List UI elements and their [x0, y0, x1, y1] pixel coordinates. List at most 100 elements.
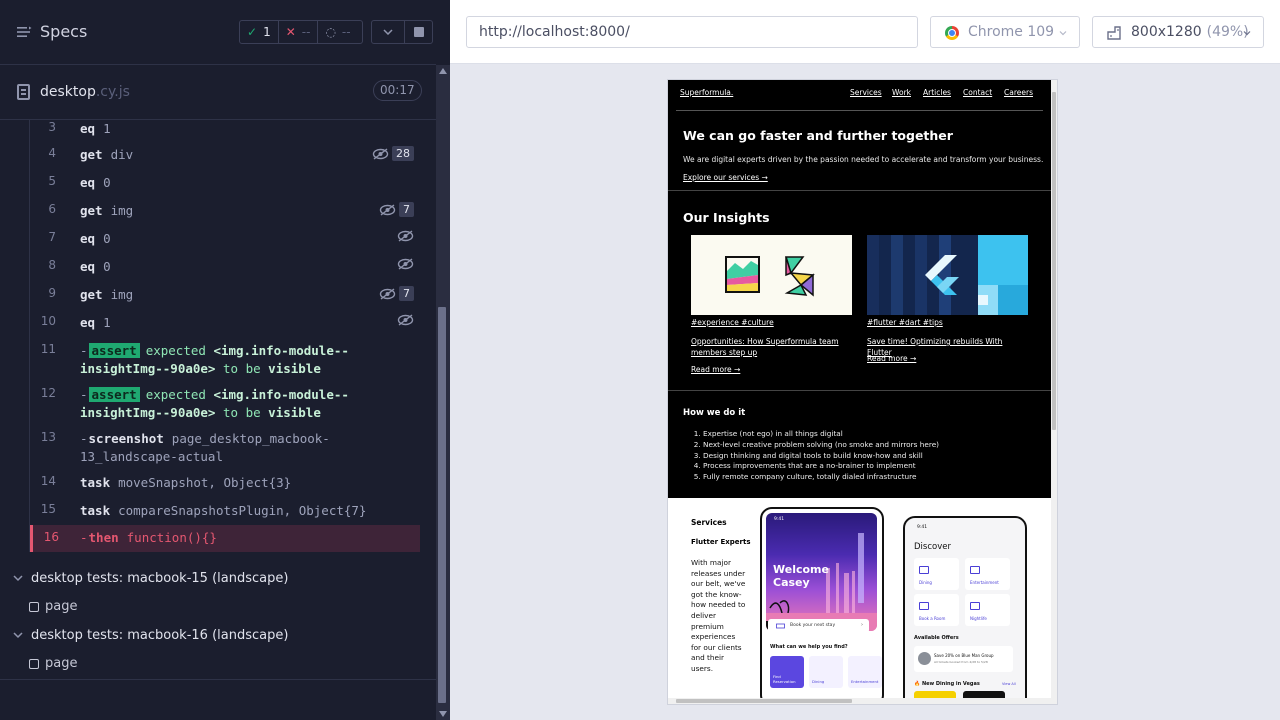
- screenshot-command-row[interactable]: 13 -screenshot page_desktop_macbook- 13_l…: [30, 430, 420, 466]
- phone-mockup-welcome: 9:41 Welcome Casey Book your next stay ›…: [760, 507, 884, 698]
- command-row[interactable]: 8 eq 0: [30, 258, 420, 276]
- command-row[interactable]: 15 task compareSnapshotsPlugin, Object{7}: [30, 502, 420, 520]
- chevron-down-icon: [13, 575, 23, 582]
- chevron-down-icon: [1243, 31, 1251, 36]
- read-more-link[interactable]: Read more →: [867, 354, 916, 363]
- list-item: Process improvements that are a no-brain…: [703, 461, 939, 472]
- failed-command-row[interactable]: 16 -then function(){}: [30, 525, 420, 552]
- command-name: get: [80, 203, 103, 218]
- scrollbar-thumb[interactable]: [676, 699, 852, 703]
- insights-title: Our Insights: [683, 210, 770, 225]
- element-visibility: [397, 314, 414, 326]
- command-row[interactable]: 4 get div 28: [30, 146, 420, 164]
- welcome-text: Welcome Casey: [773, 563, 829, 589]
- site-page: Superformula. Services Work Articles Con…: [668, 80, 1051, 698]
- nav-work-link[interactable]: Work: [892, 88, 911, 97]
- test-title: page: [45, 599, 78, 614]
- insight-tags-link[interactable]: #experience #culture: [691, 318, 774, 327]
- nav-articles-link[interactable]: Articles: [923, 88, 951, 97]
- nav-careers-link[interactable]: Careers: [1004, 88, 1033, 97]
- services-subtitle: Flutter Experts: [691, 538, 751, 546]
- pending-count: --: [341, 25, 351, 39]
- reporter-scrollbar[interactable]: [436, 65, 450, 720]
- assert-expected: expected: [145, 387, 206, 402]
- command-arg-line2: 13_landscape-actual: [80, 449, 223, 464]
- command-row[interactable]: 10 eq 1: [30, 314, 420, 332]
- site-logo-link[interactable]: Superformula.: [680, 88, 733, 97]
- explore-services-link[interactable]: Explore our services →: [683, 173, 768, 182]
- tile-entertainment: Entertainment: [848, 656, 882, 688]
- command-name: get: [80, 287, 103, 302]
- command-row[interactable]: 7 eq 0: [30, 230, 420, 248]
- welcome-line1: Welcome: [773, 563, 829, 576]
- command-number: 3: [48, 120, 56, 134]
- help-heading: What can we help you find?: [770, 644, 848, 650]
- how-title: How we do it: [683, 408, 746, 418]
- scroll-down-arrow-icon[interactable]: [439, 711, 447, 717]
- test-row[interactable]: page: [0, 599, 430, 617]
- stat-pending: ◌ --: [317, 21, 357, 43]
- offer-subtitle: All tickets booked from 4/28 to 5/28: [934, 660, 988, 664]
- assert-command-row[interactable]: 11 - assert expected <img.info-module-- in…: [30, 342, 420, 378]
- duration-badge: 00:17: [373, 80, 422, 101]
- command-number: 5: [48, 174, 56, 188]
- ruler-icon: [1107, 26, 1121, 40]
- tile-entertainment: Entertainment: [965, 558, 1010, 590]
- test-row[interactable]: page: [0, 656, 430, 674]
- browser-selector[interactable]: Chrome 109: [930, 16, 1080, 48]
- hero-subtitle: We are digital experts driven by the pas…: [683, 155, 1044, 164]
- iframe-horizontal-scrollbar[interactable]: [668, 698, 1057, 704]
- command-row[interactable]: 6 get img 7: [30, 202, 420, 220]
- assert-command-row[interactable]: 12 - assert expected <img.info-module-- in…: [30, 386, 420, 422]
- scrollbar-thumb[interactable]: [438, 307, 446, 703]
- command-row[interactable]: 5 eq 0: [30, 174, 420, 192]
- suite-row[interactable]: desktop tests: macbook-16 (landscape): [0, 628, 430, 646]
- spec-file-row[interactable]: desktop.cy.js 00:17: [0, 65, 436, 120]
- aut-iframe[interactable]: Superformula. Services Work Articles Con…: [668, 80, 1057, 704]
- command-name: get: [80, 147, 103, 162]
- insight-title-link[interactable]: Opportunities: How Superformula team mem…: [691, 336, 852, 358]
- scroll-up-arrow-icon[interactable]: [439, 68, 447, 74]
- command-arg: img: [110, 203, 134, 218]
- nav-services-link[interactable]: Services: [850, 88, 882, 97]
- collapse-all-button[interactable]: [371, 20, 405, 44]
- insight-image-flutter[interactable]: [867, 235, 1028, 315]
- document-icon: [17, 84, 30, 100]
- insight-tags-link[interactable]: #flutter #dart #tips: [867, 318, 943, 327]
- nav-contact-link[interactable]: Contact: [963, 88, 992, 97]
- eye-slash-icon: [379, 287, 396, 300]
- iframe-vertical-scrollbar[interactable]: [1051, 80, 1057, 698]
- test-title: page: [45, 656, 78, 671]
- specs-list-icon[interactable]: [17, 26, 32, 38]
- command-name: eq: [80, 175, 96, 190]
- assert-subject-line1: <img.info-module--: [213, 387, 349, 402]
- read-more-link[interactable]: Read more →: [691, 365, 740, 374]
- chevron-down-icon: [383, 29, 393, 35]
- command-name: task: [80, 503, 111, 518]
- stop-button[interactable]: [404, 20, 433, 44]
- divider: [0, 679, 436, 680]
- how-we-do-it-section: How we do it Expertise (not ego) in all …: [668, 391, 1051, 498]
- eye-slash-icon: [397, 258, 414, 270]
- command-row[interactable]: 9 get img 7: [30, 286, 420, 304]
- insight-image-experience[interactable]: [691, 235, 852, 315]
- element-count: 28: [372, 146, 414, 161]
- viewport-selector[interactable]: 800x1280 (49%): [1092, 16, 1264, 48]
- command-arg: div: [110, 147, 134, 162]
- check-icon: ✓: [247, 25, 258, 39]
- command-arg: function(){}: [126, 530, 217, 545]
- spec-file-name[interactable]: desktop.cy.js: [40, 84, 130, 100]
- suite-row[interactable]: desktop tests: macbook-15 (landscape): [0, 571, 430, 589]
- flutter-logo-illustration: [867, 235, 1028, 315]
- command-row[interactable]: 3 eq 1: [30, 120, 420, 136]
- command-name: then: [88, 530, 119, 545]
- x-icon: ✕: [285, 25, 296, 39]
- url-bar[interactable]: http://localhost:8000/: [466, 16, 918, 48]
- stat-passed: ✓ 1: [240, 21, 278, 43]
- command-name: eq: [80, 231, 96, 246]
- tile-dining: Dining: [914, 558, 959, 590]
- scrollbar-thumb[interactable]: [1052, 92, 1056, 430]
- command-row[interactable]: 14 task moveSnapshot, Object{3}: [30, 474, 420, 492]
- specs-title[interactable]: Specs: [40, 22, 87, 41]
- dining-card-image: [963, 691, 1005, 698]
